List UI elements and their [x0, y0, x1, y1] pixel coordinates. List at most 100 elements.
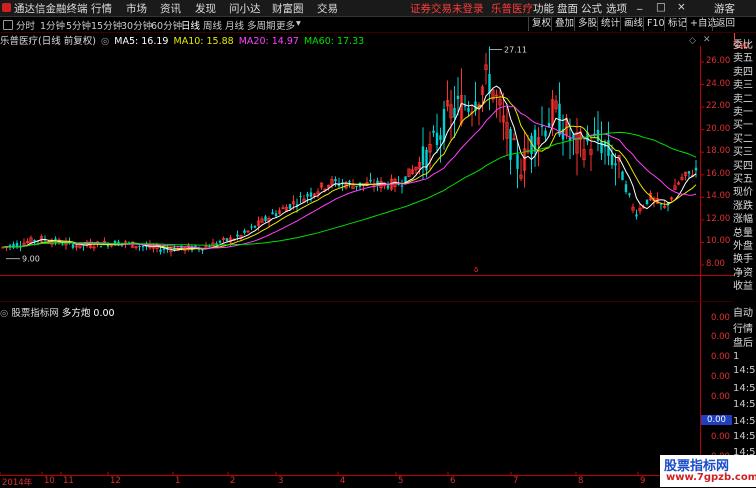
- candle-body: [348, 181, 351, 183]
- indicator-settings-icon[interactable]: ◎: [0, 308, 8, 319]
- candle-body: [271, 212, 274, 215]
- menu-trade[interactable]: 交易: [317, 1, 338, 16]
- price-axis-label: 10.00: [706, 236, 731, 247]
- event-marker: δ: [474, 266, 478, 274]
- period-monthly[interactable]: 月线: [225, 18, 244, 32]
- menu-news[interactable]: 资讯: [160, 1, 181, 16]
- period-60min[interactable]: 60分钟: [151, 18, 182, 32]
- time-axis-label: 3: [278, 476, 284, 486]
- kline-chart[interactable]: 27.11 9.00 δ: [0, 46, 733, 476]
- candle-body: [621, 171, 624, 181]
- low-price-label: 9.00: [22, 255, 40, 264]
- candle-body: [467, 107, 470, 112]
- candle-body: [250, 226, 253, 228]
- candle-body: [15, 243, 19, 247]
- time-axis-label: 7: [513, 476, 519, 486]
- candle-body: [544, 130, 547, 137]
- quote-side-panel: L SW 委比 卖五 卖四 卖三 卖二 卖一 买一 买二 买三 买四 买五 现价 涨跌 涨幅 总量 外盘 换手 净资收…: [733, 32, 756, 475]
- candle-body: [61, 244, 64, 246]
- candle-body: [138, 246, 141, 248]
- candle-body: [635, 214, 638, 217]
- menu-wealth[interactable]: 财富圈: [272, 1, 304, 16]
- candle-body: [99, 246, 103, 248]
- tick-time-label: 14:50: [733, 383, 756, 394]
- period-30min[interactable]: 30分钟: [121, 18, 152, 32]
- settings-icon[interactable]: [3, 20, 13, 30]
- login-notice[interactable]: 证券交易未登录: [410, 1, 484, 16]
- indicator-current-value: 0.00: [701, 415, 732, 425]
- candle-body: [400, 185, 404, 187]
- candle-body: [71, 244, 75, 248]
- candle-body: [141, 246, 145, 248]
- menu-discover[interactable]: 发现: [195, 1, 216, 16]
- tick-time-label: 14:50: [733, 431, 756, 442]
- candle-body: [456, 95, 460, 100]
- tool-back[interactable]: 返回: [712, 17, 738, 31]
- indicator-axis-label: 0.00: [711, 352, 730, 362]
- candle-body: [628, 193, 631, 196]
- app-logo-icon: [2, 3, 11, 12]
- time-axis-label: 2014年: [2, 478, 33, 488]
- candle-body: [369, 179, 372, 182]
- menu-options[interactable]: 选项: [606, 1, 627, 16]
- maximize-button[interactable]: □: [656, 1, 666, 13]
- candle-body: [274, 213, 278, 217]
- time-axis-label: 1: [175, 476, 181, 486]
- indicator-axis-label: 0.00: [711, 332, 730, 342]
- candle-body: [225, 238, 229, 242]
- indicator-formula[interactable]: 多方炮: [62, 308, 91, 319]
- candle-body: [243, 230, 246, 233]
- candle-body: [439, 135, 442, 140]
- candle-body: [610, 154, 614, 166]
- chart-close-icon[interactable]: ✕: [703, 35, 711, 45]
- price-axis-label: 16.00: [706, 168, 731, 179]
- period-15min[interactable]: 15分钟: [91, 18, 122, 32]
- more-dropdown-icon[interactable]: ▾: [296, 18, 301, 29]
- time-axis-label: 9: [640, 476, 646, 486]
- app-title: 通达信金融终端: [14, 3, 88, 15]
- candle-body: [435, 132, 439, 146]
- candle-body: [432, 130, 435, 133]
- high-price-label: 27.11: [504, 46, 527, 54]
- menu-panel[interactable]: 盘面: [557, 1, 578, 16]
- indicator-axis-label: 0.00: [711, 313, 730, 323]
- menu-market[interactable]: 市场: [126, 1, 147, 16]
- period-more[interactable]: 更多: [276, 18, 295, 32]
- user-label[interactable]: 游客: [714, 1, 735, 16]
- time-axis-label: 11: [63, 476, 74, 486]
- candle-body: [572, 134, 575, 138]
- close-button[interactable]: ×: [677, 1, 686, 13]
- candle-body: [442, 109, 446, 142]
- menu-ask[interactable]: 问小达: [229, 1, 261, 16]
- indicator-source: 股票指标网: [11, 308, 59, 319]
- price-axis-label: 18.00: [706, 146, 731, 157]
- period-intraday[interactable]: 分时: [16, 18, 35, 32]
- period-multi[interactable]: 多周期: [247, 18, 276, 32]
- candle-body: [253, 225, 257, 228]
- period-5min[interactable]: 5分钟: [66, 18, 91, 32]
- minimize-button[interactable]: _: [637, 0, 642, 10]
- quote-field-label: 收益: [733, 281, 753, 293]
- price-axis-label: 22.00: [706, 101, 731, 112]
- time-axis-label: 10: [44, 476, 55, 486]
- menu-market-quotes[interactable]: 行情: [91, 1, 112, 16]
- period-weekly[interactable]: 周线: [203, 18, 222, 32]
- candle-body: [306, 194, 309, 197]
- candle-body: [645, 199, 649, 205]
- ma5-line: [2, 85, 697, 251]
- time-axis-label: 8: [578, 476, 584, 486]
- chart-expand-icon[interactable]: ◇: [689, 36, 696, 46]
- period-1min[interactable]: 1分钟: [40, 18, 65, 32]
- candle-body: [355, 185, 358, 187]
- menu-function[interactable]: 功能: [533, 1, 554, 16]
- menu-formula[interactable]: 公式: [581, 1, 602, 16]
- tick-time-label: 14:50: [733, 416, 756, 427]
- indicator-axis-label: 0.00: [711, 372, 730, 382]
- tick-time-label: 14:50: [733, 399, 756, 410]
- tick-time-label: 1: [733, 351, 740, 362]
- price-axis-label: 12.00: [706, 213, 731, 224]
- candle-body: [299, 196, 302, 198]
- time-axis-label: 2: [230, 476, 236, 486]
- period-daily[interactable]: 日线: [181, 18, 200, 32]
- candle-body: [159, 249, 162, 252]
